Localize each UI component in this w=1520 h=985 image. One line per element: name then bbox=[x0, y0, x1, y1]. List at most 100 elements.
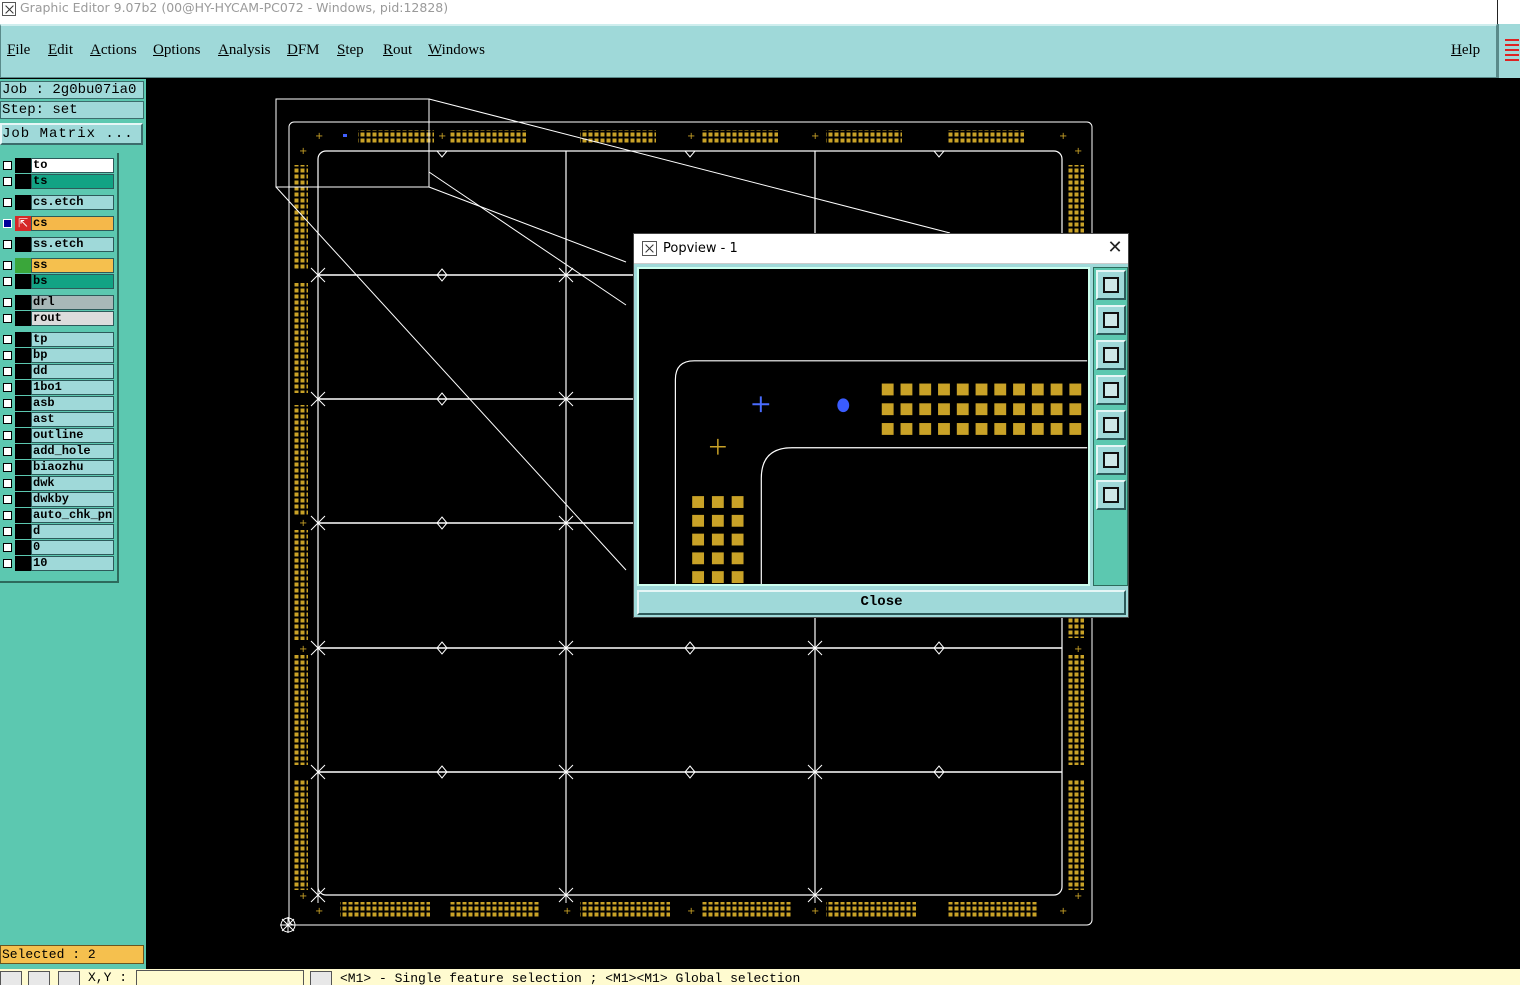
layer-name[interactable]: ast bbox=[31, 412, 114, 427]
layer-row-ts[interactable]: ts bbox=[0, 174, 117, 189]
layer-checkbox[interactable] bbox=[3, 161, 12, 170]
layer-row-1bo1[interactable]: 1bo1 bbox=[0, 380, 117, 395]
layer-row-rout[interactable]: rout bbox=[0, 311, 117, 326]
menu-actions[interactable]: Actions bbox=[90, 42, 137, 59]
layer-row-cs-etch[interactable]: cs.etch bbox=[0, 195, 117, 210]
layer-checkbox[interactable] bbox=[3, 447, 12, 456]
layer-name[interactable]: auto_chk_pn1 bbox=[31, 508, 114, 523]
layer-row-tp[interactable]: tp bbox=[0, 332, 117, 347]
layer-row-to[interactable]: to bbox=[0, 158, 117, 173]
layer-row-add-hole[interactable]: add_hole bbox=[0, 444, 117, 459]
layer-row-asb[interactable]: asb bbox=[0, 396, 117, 411]
layer-row-bs[interactable]: bs bbox=[0, 274, 117, 289]
menu-dfm[interactable]: DFM bbox=[287, 42, 320, 59]
menu-step[interactable]: Step bbox=[337, 42, 364, 59]
menu-file[interactable]: File bbox=[7, 42, 30, 59]
layer-checkbox[interactable] bbox=[3, 383, 12, 392]
layer-row-dwk[interactable]: dwk bbox=[0, 476, 117, 491]
pan-down-icon[interactable] bbox=[1096, 340, 1126, 370]
layer-row-0[interactable]: 0 bbox=[0, 540, 117, 555]
pan-right-icon[interactable] bbox=[1096, 410, 1126, 440]
layer-checkbox[interactable] bbox=[3, 559, 12, 568]
layer-checkbox[interactable] bbox=[3, 527, 12, 536]
layer-row-auto-chk-pn1[interactable]: auto_chk_pn1 bbox=[0, 508, 117, 523]
check-tool-icon[interactable] bbox=[28, 971, 50, 985]
layer-checkbox[interactable] bbox=[3, 177, 12, 186]
layer-name[interactable]: ss bbox=[31, 258, 114, 273]
close-button[interactable]: Close bbox=[637, 590, 1126, 615]
menu-windows[interactable]: Windows bbox=[428, 42, 485, 59]
layer-checkbox[interactable] bbox=[3, 335, 12, 344]
layer-row-dd[interactable]: dd bbox=[0, 364, 117, 379]
layer-name[interactable]: ts bbox=[31, 174, 114, 189]
layer-name[interactable]: rout bbox=[31, 311, 114, 326]
layer-checkbox[interactable] bbox=[3, 415, 12, 424]
layer-name[interactable]: ss.etch bbox=[31, 237, 114, 252]
menu-analysis[interactable]: Analysis bbox=[218, 42, 271, 59]
layer-checkbox[interactable] bbox=[3, 198, 12, 207]
layer-name[interactable]: asb bbox=[31, 396, 114, 411]
layer-name[interactable]: 0 bbox=[31, 540, 114, 555]
layer-name[interactable]: outline bbox=[31, 428, 114, 443]
layer-checkbox[interactable] bbox=[3, 367, 12, 376]
layer-checkbox[interactable] bbox=[3, 479, 12, 488]
layer-name[interactable]: tp bbox=[31, 332, 114, 347]
layer-checkbox[interactable] bbox=[3, 314, 12, 323]
layer-row-ss[interactable]: ss bbox=[0, 258, 117, 273]
menu-help[interactable]: Help bbox=[1451, 42, 1480, 59]
blue-dot bbox=[837, 398, 850, 413]
zoom-window-icon[interactable] bbox=[1096, 270, 1126, 300]
layer-name[interactable]: cs bbox=[31, 216, 114, 231]
menu-rout[interactable]: Rout bbox=[383, 42, 412, 59]
layer-row-10[interactable]: 10 bbox=[0, 556, 117, 571]
grid-tool-icon[interactable] bbox=[58, 971, 80, 985]
layer-name[interactable]: dwkby bbox=[31, 492, 114, 507]
layer-checkbox[interactable] bbox=[3, 298, 12, 307]
layer-name[interactable]: to bbox=[31, 158, 114, 173]
layer-checkbox[interactable] bbox=[3, 399, 12, 408]
layer-row-cs[interactable]: ⇱ cs bbox=[0, 216, 117, 231]
layer-checkbox[interactable] bbox=[3, 495, 12, 504]
pan-up-icon[interactable] bbox=[1096, 305, 1126, 335]
zoom-home-icon[interactable] bbox=[1096, 480, 1126, 510]
layer-row-drl[interactable]: drl bbox=[0, 295, 117, 310]
layer-name[interactable]: 10 bbox=[31, 556, 114, 571]
fit-all-icon[interactable] bbox=[1096, 445, 1126, 475]
menu-options[interactable]: Options bbox=[153, 42, 201, 59]
arrow-tool-icon[interactable] bbox=[0, 971, 22, 985]
menu-edit[interactable]: Edit bbox=[48, 42, 73, 59]
layer-row-dwkby[interactable]: dwkby bbox=[0, 492, 117, 507]
layer-name[interactable]: dd bbox=[31, 364, 114, 379]
snap-tool-icon[interactable] bbox=[310, 971, 332, 985]
layer-name[interactable]: biaozhu bbox=[31, 460, 114, 475]
layer-name[interactable]: add_hole bbox=[31, 444, 114, 459]
layer-name[interactable]: drl bbox=[31, 295, 114, 310]
layer-checkbox[interactable] bbox=[3, 463, 12, 472]
xy-input[interactable] bbox=[136, 970, 304, 985]
layer-checkbox[interactable] bbox=[3, 511, 12, 520]
layer-checkbox[interactable] bbox=[3, 240, 12, 249]
layer-name[interactable]: d bbox=[31, 524, 114, 539]
pan-left-icon[interactable] bbox=[1096, 375, 1126, 405]
layer-row-d[interactable]: d bbox=[0, 524, 117, 539]
layer-row-biaozhu[interactable]: biaozhu bbox=[0, 460, 117, 475]
layer-checkbox[interactable] bbox=[3, 351, 12, 360]
layer-name[interactable]: 1bo1 bbox=[31, 380, 114, 395]
layer-row-ast[interactable]: ast bbox=[0, 412, 117, 427]
layer-name[interactable]: cs.etch bbox=[31, 195, 114, 210]
layer-checkbox[interactable] bbox=[3, 431, 12, 440]
layer-row-outline[interactable]: outline bbox=[0, 428, 117, 443]
popview-canvas[interactable] bbox=[637, 267, 1090, 586]
layer-checkbox[interactable] bbox=[3, 219, 12, 228]
layer-checkbox[interactable] bbox=[3, 277, 12, 286]
close-icon[interactable]: ✕ bbox=[1106, 238, 1124, 258]
job-matrix-button[interactable]: Job Matrix ... bbox=[0, 123, 143, 145]
layer-checkbox[interactable] bbox=[3, 543, 12, 552]
layer-row-bp[interactable]: bp bbox=[0, 348, 117, 363]
layer-row-ss-etch[interactable]: ss.etch bbox=[0, 237, 117, 252]
red-lines-icon[interactable] bbox=[1505, 39, 1519, 61]
layer-checkbox[interactable] bbox=[3, 261, 12, 270]
layer-name[interactable]: dwk bbox=[31, 476, 114, 491]
layer-name[interactable]: bs bbox=[31, 274, 114, 289]
layer-name[interactable]: bp bbox=[31, 348, 114, 363]
